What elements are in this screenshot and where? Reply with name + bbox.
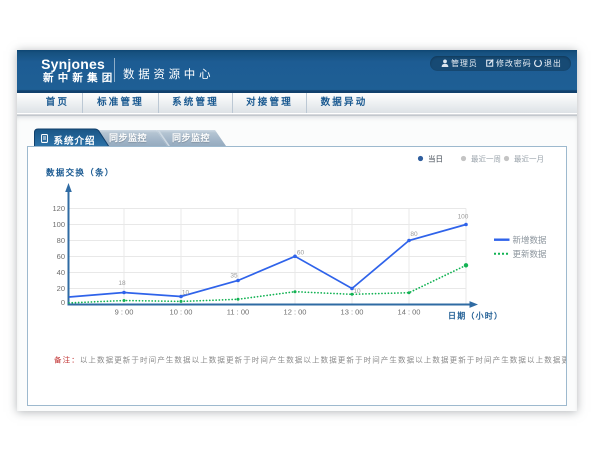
svg-text:35: 35: [230, 273, 238, 280]
svg-text:40: 40: [57, 268, 65, 277]
svg-text:80: 80: [57, 236, 65, 245]
svg-text:日期（小时）: 日期（小时）: [448, 311, 503, 321]
svg-text:100: 100: [52, 220, 65, 229]
svg-text:60: 60: [57, 252, 65, 261]
svg-text:0: 0: [61, 298, 65, 307]
svg-text:最近一月: 最近一月: [514, 154, 544, 164]
svg-text:10 : 00: 10 : 00: [170, 308, 193, 317]
svg-text:10: 10: [353, 288, 361, 295]
svg-text:18: 18: [118, 280, 126, 287]
svg-text:120: 120: [52, 204, 65, 213]
svg-text:20: 20: [57, 284, 65, 293]
svg-text:备注：以上数据更新于时间产生数据以上数据更新于时间产生数据以: 备注：以上数据更新于时间产生数据以上数据更新于时间产生数据以上数据更新于时间产生…: [54, 355, 566, 365]
svg-text:14 : 00: 14 : 00: [398, 308, 421, 317]
svg-text:10: 10: [182, 290, 190, 297]
svg-text:80: 80: [410, 231, 418, 238]
svg-text:新增数据: 新增数据: [513, 235, 548, 245]
svg-text:更新数据: 更新数据: [513, 249, 548, 259]
svg-text:最近一周: 最近一周: [471, 154, 501, 164]
svg-text:13 : 00: 13 : 00: [341, 308, 364, 317]
svg-text:数据交换（条）: 数据交换（条）: [46, 168, 115, 178]
svg-text:当日: 当日: [428, 154, 443, 164]
svg-text:12 : 00: 12 : 00: [284, 308, 307, 317]
svg-text:11 : 00: 11 : 00: [227, 308, 249, 317]
svg-text:100: 100: [458, 214, 469, 221]
svg-text:9 : 00: 9 : 00: [115, 308, 134, 317]
svg-text:60: 60: [297, 250, 305, 257]
